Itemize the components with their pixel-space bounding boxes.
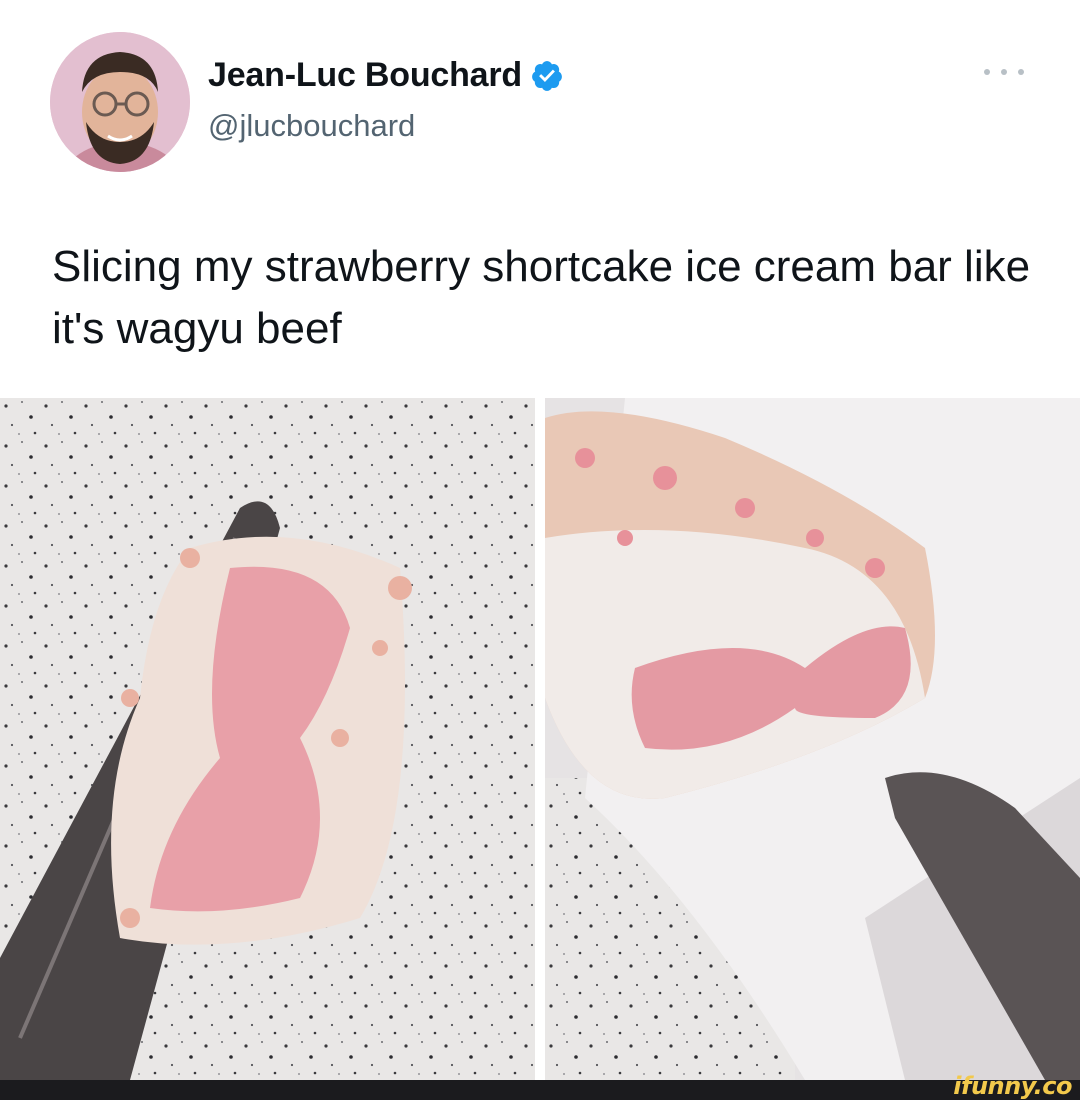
tweet-media[interactable] bbox=[0, 398, 1080, 1080]
author-name[interactable]: Jean-Luc Bouchard bbox=[208, 56, 522, 95]
tweet-text: Slicing my strawberry shortcake ice crea… bbox=[52, 242, 1031, 353]
footer-bar: ifunny.co bbox=[0, 1072, 1080, 1100]
author-handle[interactable]: @jlucbouchard bbox=[208, 108, 415, 144]
photo-ice-cream-on-knife[interactable] bbox=[0, 398, 535, 1080]
author-row: Jean-Luc Bouchard bbox=[208, 56, 564, 95]
avatar[interactable] bbox=[50, 32, 190, 172]
watermark-logo: ifunny.co bbox=[953, 1072, 1072, 1100]
tweet-header: Jean-Luc Bouchard @jlucbouchard bbox=[0, 0, 1080, 200]
verified-badge-icon bbox=[532, 60, 562, 91]
photo-ice-cream-on-wrapper[interactable] bbox=[545, 398, 1080, 1080]
more-dots-icon[interactable] bbox=[984, 60, 1024, 84]
